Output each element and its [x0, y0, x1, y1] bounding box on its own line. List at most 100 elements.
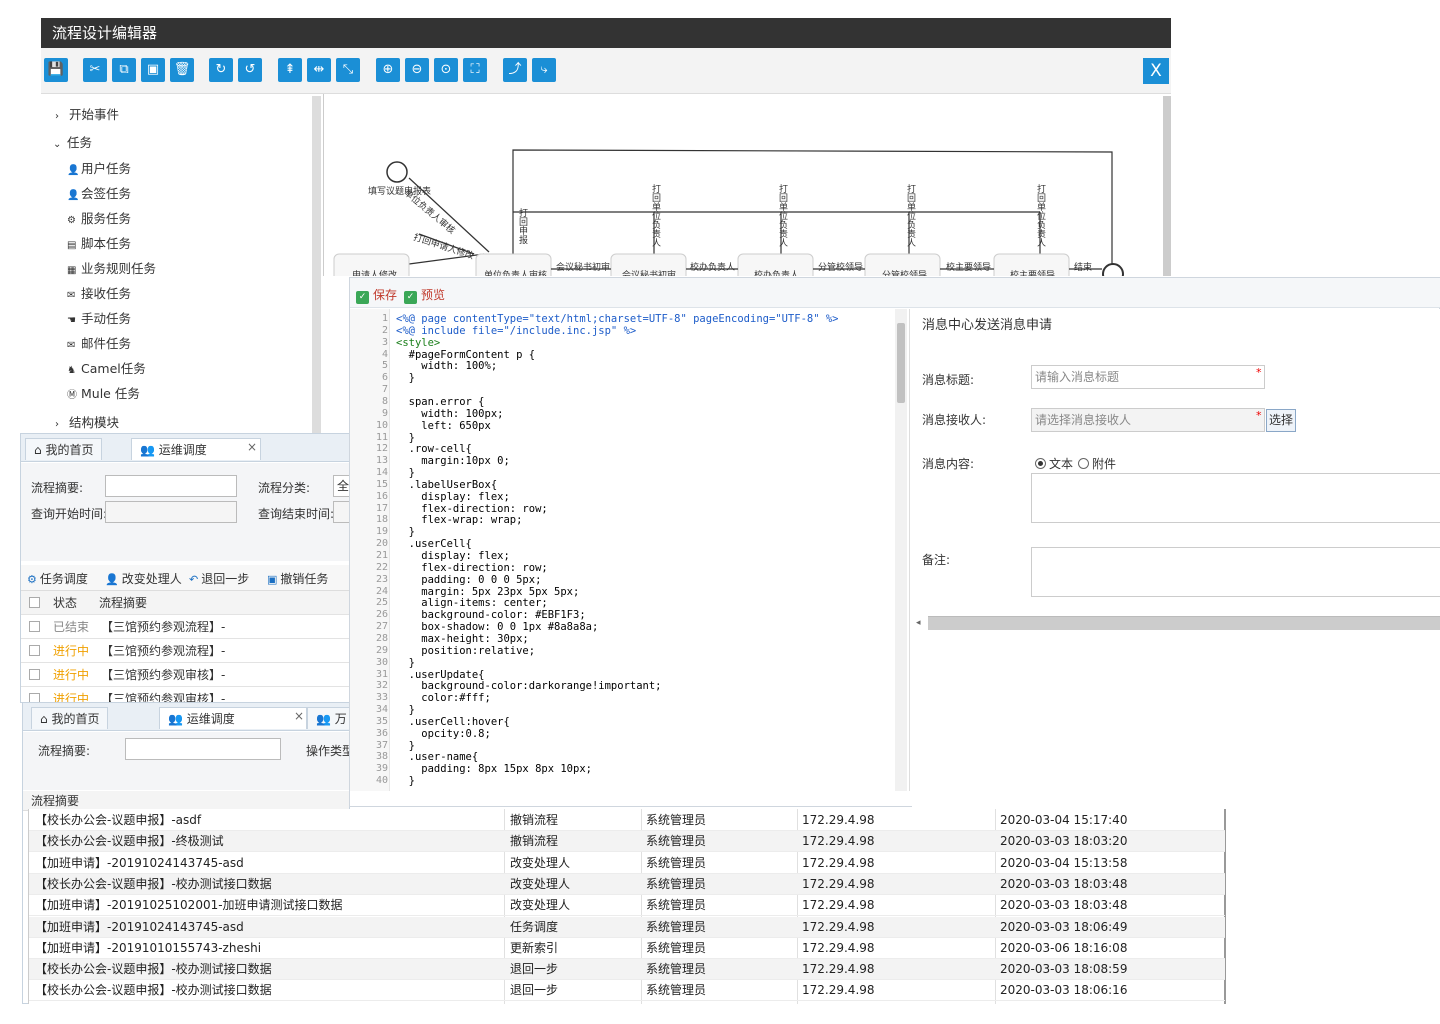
- hand-icon: ☚: [67, 315, 76, 326]
- preview-button[interactable]: ✓ 预览: [404, 286, 445, 304]
- align-icon[interactable]: ⤡: [336, 58, 360, 82]
- zoom-actual-icon[interactable]: ⊙: [434, 58, 458, 82]
- line-number: 7: [381, 384, 388, 396]
- radio-attachment[interactable]: 附件: [1078, 455, 1116, 472]
- row-checkbox[interactable]: [29, 645, 40, 656]
- log-row[interactable]: 【校长办公会-议题申报】-校办测试接口数据 改变处理人 系统管理员 172.29.4.…: [29, 873, 1225, 895]
- cancel-task-button[interactable]: ▣ 撤销任务: [267, 570, 328, 587]
- redo-icon[interactable]: ↻: [209, 58, 233, 82]
- line-number: 20: [375, 538, 388, 550]
- tab-home[interactable]: ⌂ 我的首页: [31, 707, 109, 729]
- canvas-scrollbar[interactable]: [1163, 96, 1171, 276]
- palette-item-business-rule[interactable]: ▦ 业务规则任务: [67, 258, 156, 277]
- message-title-input[interactable]: 请输入消息标题: [1031, 365, 1265, 389]
- palette-group-structure[interactable]: › 结构模块: [55, 412, 119, 431]
- tab-bar: ⌂ 我的首页 👥 运维调度 ×: [21, 434, 349, 462]
- log-row[interactable]: 【校长办公会-议题申报】-asdf 撤销流程 系统管理员 172.29.4.98 202…: [29, 810, 1225, 831]
- paste-icon[interactable]: ▣: [141, 58, 165, 82]
- palette-item-receive[interactable]: ✉ 接收任务: [67, 283, 131, 302]
- save-icon[interactable]: 💾: [44, 58, 68, 82]
- zoom-in-icon[interactable]: ⊕: [376, 58, 400, 82]
- diagram-canvas[interactable]: 填写议题申报表 单位负责人审核 打回申请人修改 申请人修改 单位负责人审核 会议…: [323, 94, 1171, 276]
- palette-item-countersign[interactable]: 👤 会签任务: [67, 183, 131, 202]
- row-checkbox[interactable]: [29, 669, 40, 680]
- select-all-checkbox[interactable]: [29, 597, 40, 608]
- select-receiver-button[interactable]: 选择: [1266, 409, 1296, 432]
- end-time-input[interactable]: [333, 501, 349, 523]
- log-row[interactable]: 【加班申请】-20191010155743-zheshi 更新索引 系统管理员 172…: [29, 938, 1225, 959]
- palette-item-mail[interactable]: ✉ 邮件任务: [67, 333, 131, 352]
- close-tab-icon[interactable]: ×: [294, 709, 304, 723]
- log-row[interactable]: 【加班申请】-20191025102001-加班申请测试接口数据 改变处理人 系统管…: [29, 895, 1225, 917]
- receiver-input[interactable]: 请选择消息接收人: [1031, 408, 1265, 432]
- change-handler-button[interactable]: 👤 改变处理人: [105, 570, 182, 587]
- undo-icon[interactable]: ↺: [238, 58, 262, 82]
- preview-hscrollbar[interactable]: [928, 616, 1440, 630]
- log-row[interactable]: 【校长办公会-议题申报】-校办测试接口数据 退回一步 系统管理员 172.29.4.9…: [29, 980, 1225, 1002]
- step-back-button[interactable]: ↶ 退回一步: [189, 570, 249, 587]
- palette-item-mule[interactable]: Ⓜ Mule 任务: [67, 383, 140, 402]
- category-select[interactable]: 全: [333, 475, 349, 497]
- start-time-input[interactable]: [105, 501, 237, 523]
- table-row[interactable]: 进行中 【三馆预约参观审核】-: [21, 687, 349, 702]
- radio-text[interactable]: 文本: [1035, 455, 1073, 472]
- dispatch-button[interactable]: ⚙ 任务调度: [27, 570, 88, 587]
- line-number: 27: [375, 621, 388, 633]
- close-tab-icon[interactable]: ×: [247, 440, 257, 454]
- log-row[interactable]: 【校长办公会-议题申报】-校办测试接口数据 退回一步 系统管理员 172.29.4.9…: [29, 959, 1225, 981]
- log-row[interactable]: 【加班申请】-20191024143745-asd 任务调度 系统管理员 172.29…: [29, 916, 1225, 938]
- time-cell: 2020-03-03 18:06:16: [1000, 983, 1128, 998]
- palette-item-label: 用户任务: [81, 161, 132, 176]
- align-top-icon[interactable]: ⇞: [278, 58, 302, 82]
- palette-group-start[interactable]: › 开始事件: [55, 104, 119, 123]
- edge-label: 校主要领导: [946, 263, 992, 273]
- delete-icon[interactable]: 🗑: [170, 58, 194, 82]
- row-checkbox[interactable]: [29, 621, 40, 632]
- palette-item-service[interactable]: ⚙ 服务任务: [67, 208, 131, 227]
- line-number: 37: [375, 739, 388, 751]
- code-line: .user-name{: [396, 751, 479, 764]
- save-button[interactable]: ✓ 保存: [356, 286, 397, 304]
- palette-group-task[interactable]: ⌄ 任务: [53, 132, 92, 151]
- palette-item-manual[interactable]: ☚ 手动任务: [67, 308, 131, 327]
- fit-icon[interactable]: ⛶: [463, 58, 487, 82]
- table-row[interactable]: 进行中 【三馆预约参观审核】-: [21, 663, 349, 687]
- palette-item-user-task[interactable]: 👤 用户任务: [67, 158, 131, 177]
- ops-window-1: ⌂ 我的首页 👥 运维调度 × 流程摘要: 流程分类: 全 查询开始时间: 查询…: [20, 433, 350, 703]
- table-row[interactable]: 进行中 【三馆预约参观流程】-: [21, 639, 349, 663]
- summary-cell: 【校长办公会-议题申报】-终极测试: [35, 834, 224, 849]
- summary-input[interactable]: [125, 738, 281, 760]
- connector-icon[interactable]: ⤴: [503, 58, 527, 82]
- zoom-out-icon[interactable]: ⊖: [405, 58, 429, 82]
- code-editor[interactable]: 1 2 3 4 5 6 7 8 9 10 11 12 13 14 15 16 17 18 19 20 21 22 23 24 2…: [350, 309, 910, 791]
- summary-input[interactable]: [105, 475, 237, 497]
- end-event[interactable]: [1102, 263, 1124, 276]
- table-row[interactable]: 已结束 【三馆预约参观流程】-: [21, 615, 349, 639]
- time-cell: 2020-03-03 18:03:48: [1000, 876, 1128, 891]
- home-icon: ⌂: [40, 712, 52, 726]
- tab-more[interactable]: 👥 万: [307, 707, 349, 729]
- cut-icon[interactable]: ✂: [83, 58, 107, 82]
- task-label: 会议秘书初审: [622, 271, 677, 276]
- content-textarea[interactable]: [1031, 473, 1440, 523]
- log-row[interactable]: 【加班申请】-20191024143745-asd 改变处理人 系统管理员 172.2…: [29, 853, 1225, 874]
- palette-item-camel[interactable]: ♞ Camel任务: [67, 358, 146, 377]
- remark-textarea[interactable]: [1031, 547, 1440, 597]
- connector-alt-icon[interactable]: ⤷: [532, 58, 556, 82]
- close-editor-button[interactable]: X: [1143, 58, 1169, 84]
- code-scrollbar[interactable]: [895, 309, 907, 791]
- line-number: 17: [375, 502, 388, 514]
- operator-cell: 系统管理员: [646, 834, 707, 849]
- scroll-left-icon[interactable]: ◂: [916, 618, 921, 628]
- tab-home[interactable]: ⌂ 我的首页: [25, 438, 103, 460]
- log-row[interactable]: 【校长办公会-议题申报】-终极测试 撤销流程 系统管理员 172.29.4.98 202…: [29, 831, 1225, 853]
- tab-ops[interactable]: 👥 运维调度: [159, 707, 307, 729]
- copy-icon[interactable]: ⧉: [112, 58, 136, 82]
- tab-ops[interactable]: 👥 运维调度: [131, 438, 261, 460]
- start-event[interactable]: [386, 161, 408, 183]
- palette-scrollbar[interactable]: [312, 96, 321, 435]
- palette-item-script[interactable]: ▤ 脚本任务: [67, 233, 131, 252]
- scroll-thumb[interactable]: [897, 323, 905, 403]
- line-number: 11: [375, 431, 388, 443]
- align-middle-icon[interactable]: ⇹: [307, 58, 331, 82]
